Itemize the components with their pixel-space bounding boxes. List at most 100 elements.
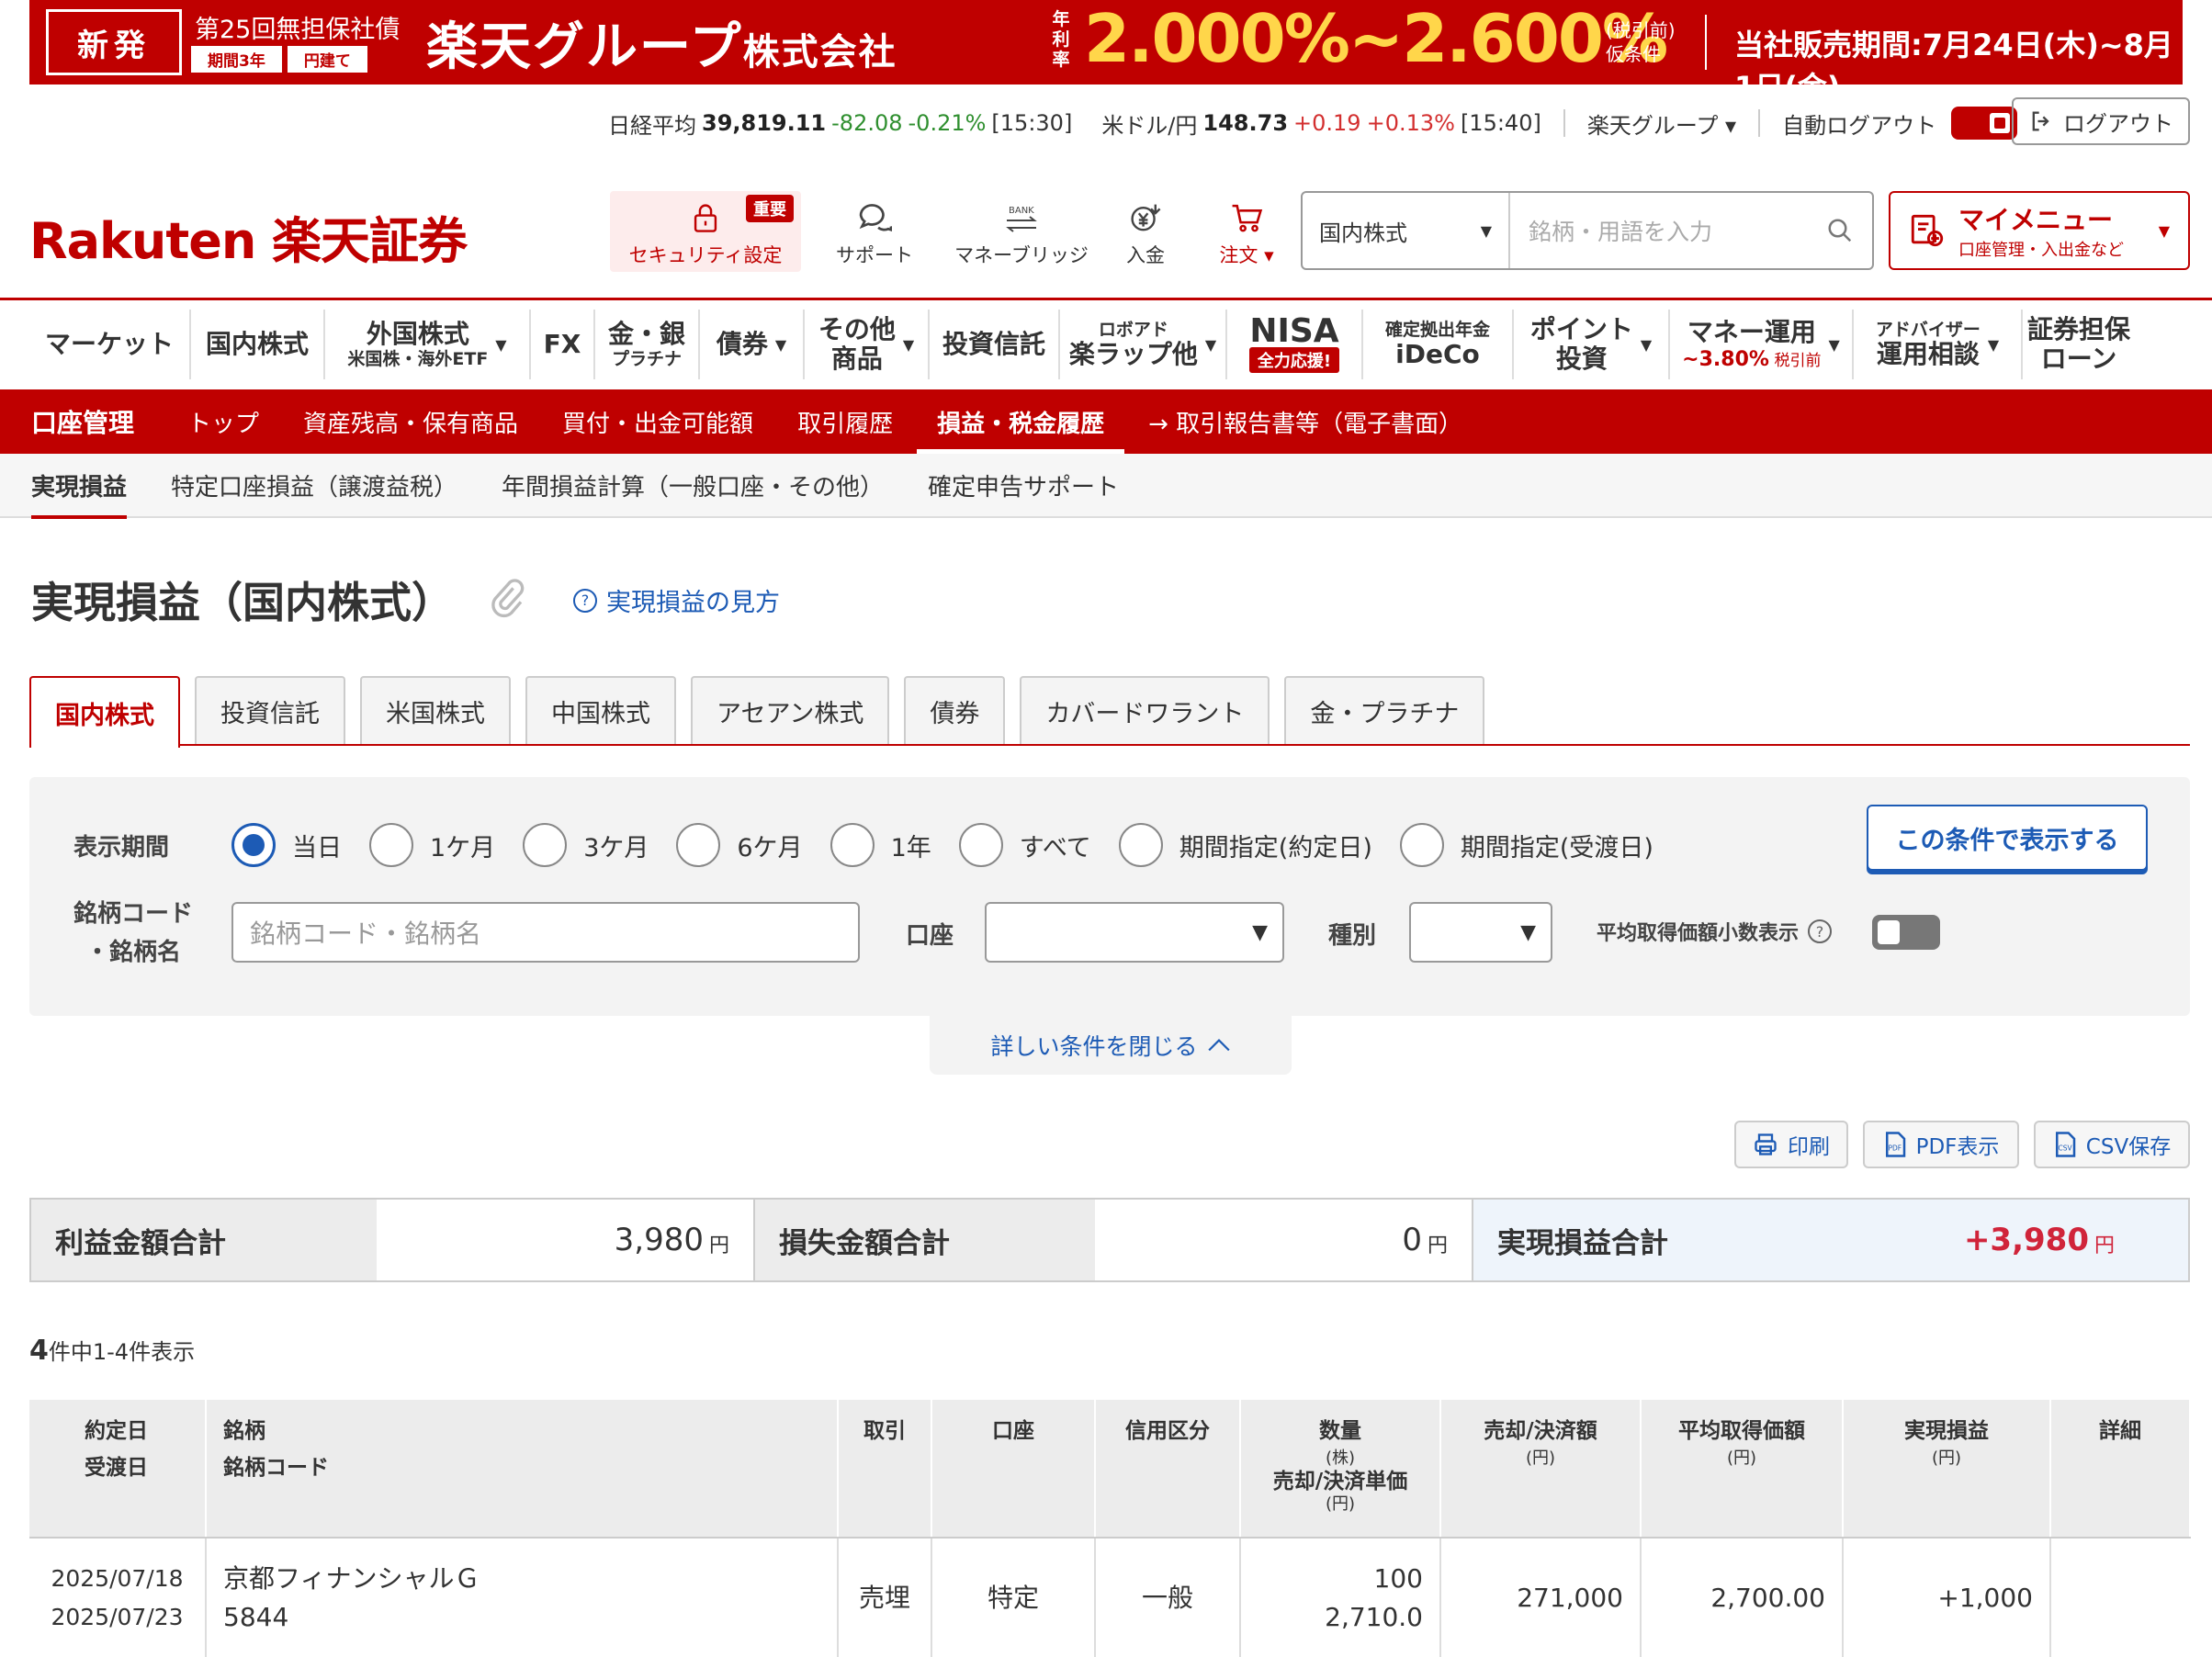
tab-bond[interactable]: 債券 xyxy=(904,676,1006,744)
nav-sublabel: 確定拠出年金 xyxy=(1384,320,1490,340)
tab-investment-trust[interactable]: 投資信託 xyxy=(195,676,345,744)
col-avg-price[interactable]: 平均取得価額 (円) xyxy=(1641,1400,1844,1539)
account-nav-history[interactable]: 取引履歴 xyxy=(797,389,893,454)
tab-china-stock[interactable]: 中国株式 xyxy=(525,676,676,744)
subtab-annual-pnl[interactable]: 年間損益計算（一般口座・その他） xyxy=(502,453,884,517)
account-document-icon xyxy=(1911,214,1944,247)
account-label: 口座 xyxy=(906,922,954,950)
search-icon[interactable] xyxy=(1826,217,1854,244)
nav-money-management[interactable]: マネー運用 ~3.80% 税引前 ▼ xyxy=(1670,310,1854,379)
nav-robo-advisor[interactable]: ロボアド 楽ラップ他 ▼ xyxy=(1060,310,1227,379)
apply-filter-button[interactable]: この条件で表示する xyxy=(1867,805,2148,871)
money-bridge-button[interactable]: BANK マネーブリッジ xyxy=(948,191,1095,272)
avg-decimal-toggle[interactable] xyxy=(1872,915,1940,950)
tab-gold-platinum[interactable]: 金・プラチナ xyxy=(1284,676,1485,744)
how-to-read-link[interactable]: ? 実現損益の見方 xyxy=(573,582,780,618)
nav-gold[interactable]: 金・銀 プラチナ xyxy=(595,310,700,379)
money-rate: ~3.80% xyxy=(1682,348,1769,371)
account-management-bar: 口座管理 トップ 資産残高・保有商品 買付・出金可能額 取引履歴 損益・税金履歴… xyxy=(0,389,2212,454)
col-credit[interactable]: 信用区分 xyxy=(1095,1400,1241,1539)
subtab-specific-account[interactable]: 特定口座損益（譲渡益税） xyxy=(171,453,457,517)
col-realized-pnl[interactable]: 実現損益 (円) xyxy=(1843,1400,2051,1539)
period-radio-trade-date[interactable]: 期間指定(約定日) xyxy=(1118,823,1372,867)
nav-other-products[interactable]: その他 商品 ▼ xyxy=(805,310,930,379)
print-button[interactable]: 印刷 xyxy=(1734,1121,1848,1168)
banner-divider xyxy=(1705,15,1707,70)
csv-button[interactable]: CSV CSV保存 xyxy=(2034,1121,2190,1168)
search-scope-select[interactable]: 国内株式 ▼ xyxy=(1303,193,1510,268)
tab-asean-stock[interactable]: アセアン株式 xyxy=(691,676,890,744)
radio-circle xyxy=(231,823,276,867)
col-account[interactable]: 口座 xyxy=(931,1400,1096,1539)
rakuten-securities-logo[interactable]: Rakuten 楽天証券 xyxy=(29,200,468,273)
deposit-button[interactable]: 入金 xyxy=(1095,191,1196,272)
symbol-search-input[interactable]: 銘柄コード・銘柄名 xyxy=(231,902,860,963)
nav-bond[interactable]: 債券 ▼ xyxy=(700,310,805,379)
nav-point-invest[interactable]: ポイント 投資 ▼ xyxy=(1514,310,1670,379)
nav-label: マーケット xyxy=(44,329,174,359)
nav-advisor[interactable]: アドバイザー 運用相談 ▼ xyxy=(1854,310,2023,379)
support-button[interactable]: サポート xyxy=(801,191,948,272)
period-radio-today[interactable]: 当日 xyxy=(231,823,342,867)
cell-detail[interactable] xyxy=(2050,1538,2190,1657)
rakuten-group-dropdown[interactable]: 楽天グループ ▾ xyxy=(1587,107,1736,140)
col-amount[interactable]: 売却/決済額 (円) xyxy=(1440,1400,1642,1539)
nav-label: 運用相談 xyxy=(1876,339,1980,369)
nav-market[interactable]: マーケット xyxy=(29,310,191,379)
nav-nisa[interactable]: NISA 全力応援! xyxy=(1227,310,1363,379)
profit-total-value: 3,980 円 xyxy=(377,1200,753,1280)
page-title: 実現損益（国内株式） xyxy=(31,578,454,627)
col-quantity[interactable]: 数量 (株) 売却/決済単価 (円) xyxy=(1240,1400,1441,1539)
col-date[interactable]: 約定日 受渡日 xyxy=(29,1400,207,1539)
period-radio-6m[interactable]: 6ケ月 xyxy=(676,823,803,867)
security-settings-button[interactable]: 重要 セキュリティ設定 xyxy=(610,191,801,272)
nisa-label: NISA xyxy=(1249,312,1339,350)
account-nav-top[interactable]: トップ xyxy=(187,389,259,454)
account-nav-balance[interactable]: 資産残高・保有商品 xyxy=(303,389,518,454)
period-radio-1y[interactable]: 1年 xyxy=(830,823,931,867)
close-conditions-button[interactable]: 詳しい条件を閉じる xyxy=(930,1016,1292,1075)
tab-covered-warrant[interactable]: カバードワラント xyxy=(1020,676,1270,744)
promo-banner[interactable]: 新発 第25回無担保社債 期間3年 円建て 楽天グループ株式会社 年利率 2.0… xyxy=(29,0,2183,105)
col-detail: 詳細 xyxy=(2050,1400,2191,1539)
col-symbol[interactable]: 銘柄 銘柄コード xyxy=(206,1400,839,1539)
account-nav-buying-power[interactable]: 買付・出金可能額 xyxy=(562,389,753,454)
col-trade[interactable]: 取引 xyxy=(838,1400,932,1539)
cell-credit: 一般 xyxy=(1095,1538,1241,1657)
code-label: 銘柄コード ・銘柄名 xyxy=(73,900,194,966)
csv-label: CSV保存 xyxy=(2085,1135,2172,1159)
account-nav-trade-reports[interactable]: → 取引報告書等（電子書面） xyxy=(1148,389,1462,454)
usd-change: +0.19 xyxy=(1293,110,1361,136)
subtab-realized-pnl[interactable]: 実現損益 xyxy=(31,453,128,519)
period-radio-all[interactable]: すべて xyxy=(958,823,1091,867)
nav-domestic-stock[interactable]: 国内株式 xyxy=(191,310,325,379)
search-input[interactable]: 銘柄・用語を入力 xyxy=(1510,193,1872,268)
pdf-button[interactable]: PDF PDF表示 xyxy=(1863,1121,2019,1168)
usd-label: 米ドル/円 xyxy=(1101,112,1198,139)
nav-securities-loan[interactable]: 証券担保 ローン xyxy=(2023,310,2135,379)
logout-button[interactable]: ログアウト xyxy=(2012,97,2190,145)
nav-foreign-stock[interactable]: 外国株式 米国株・海外ETF ▼ xyxy=(325,310,531,379)
subtab-tax-return[interactable]: 確定申告サポート xyxy=(928,453,1119,517)
nav-investment-trust[interactable]: 投資信託 xyxy=(930,310,1060,379)
nav-label: その他 xyxy=(818,314,896,344)
lock-icon xyxy=(694,204,717,232)
period-radio-settle-date[interactable]: 期間指定(受渡日) xyxy=(1399,823,1653,867)
order-button[interactable]: 注文 ▾ xyxy=(1196,191,1297,272)
tab-domestic-stock[interactable]: 国内株式 xyxy=(29,676,180,748)
cell-symbol[interactable]: 京都フィナンシャルＧ 5844 xyxy=(206,1538,839,1657)
my-menu-button[interactable]: マイメニュー 口座管理・入出金など ▼ xyxy=(1889,191,2190,270)
table-row[interactable]: 2025/07/18 2025/07/23 京都フィナンシャルＧ 5844 売埋 特… xyxy=(29,1538,2190,1657)
account-nav-pnl-tax[interactable]: 損益・税金履歴 xyxy=(917,389,1125,454)
tab-us-stock[interactable]: 米国株式 xyxy=(360,676,511,744)
bookmark-clip-icon[interactable] xyxy=(489,579,525,619)
account-select[interactable]: ▼ xyxy=(985,902,1284,963)
account-bar-title[interactable]: 口座管理 xyxy=(31,403,134,440)
help-icon[interactable]: ? xyxy=(1808,919,1833,943)
period-radio-1m[interactable]: 1ケ月 xyxy=(369,823,495,867)
nav-ideco[interactable]: 確定拠出年金 iDeCo xyxy=(1363,310,1514,379)
type-select[interactable]: ▼ xyxy=(1409,902,1552,963)
period-radio-3m[interactable]: 3ケ月 xyxy=(523,823,649,867)
nav-fx[interactable]: FX xyxy=(531,310,595,379)
auto-logout-toggle[interactable] xyxy=(1951,107,2018,140)
